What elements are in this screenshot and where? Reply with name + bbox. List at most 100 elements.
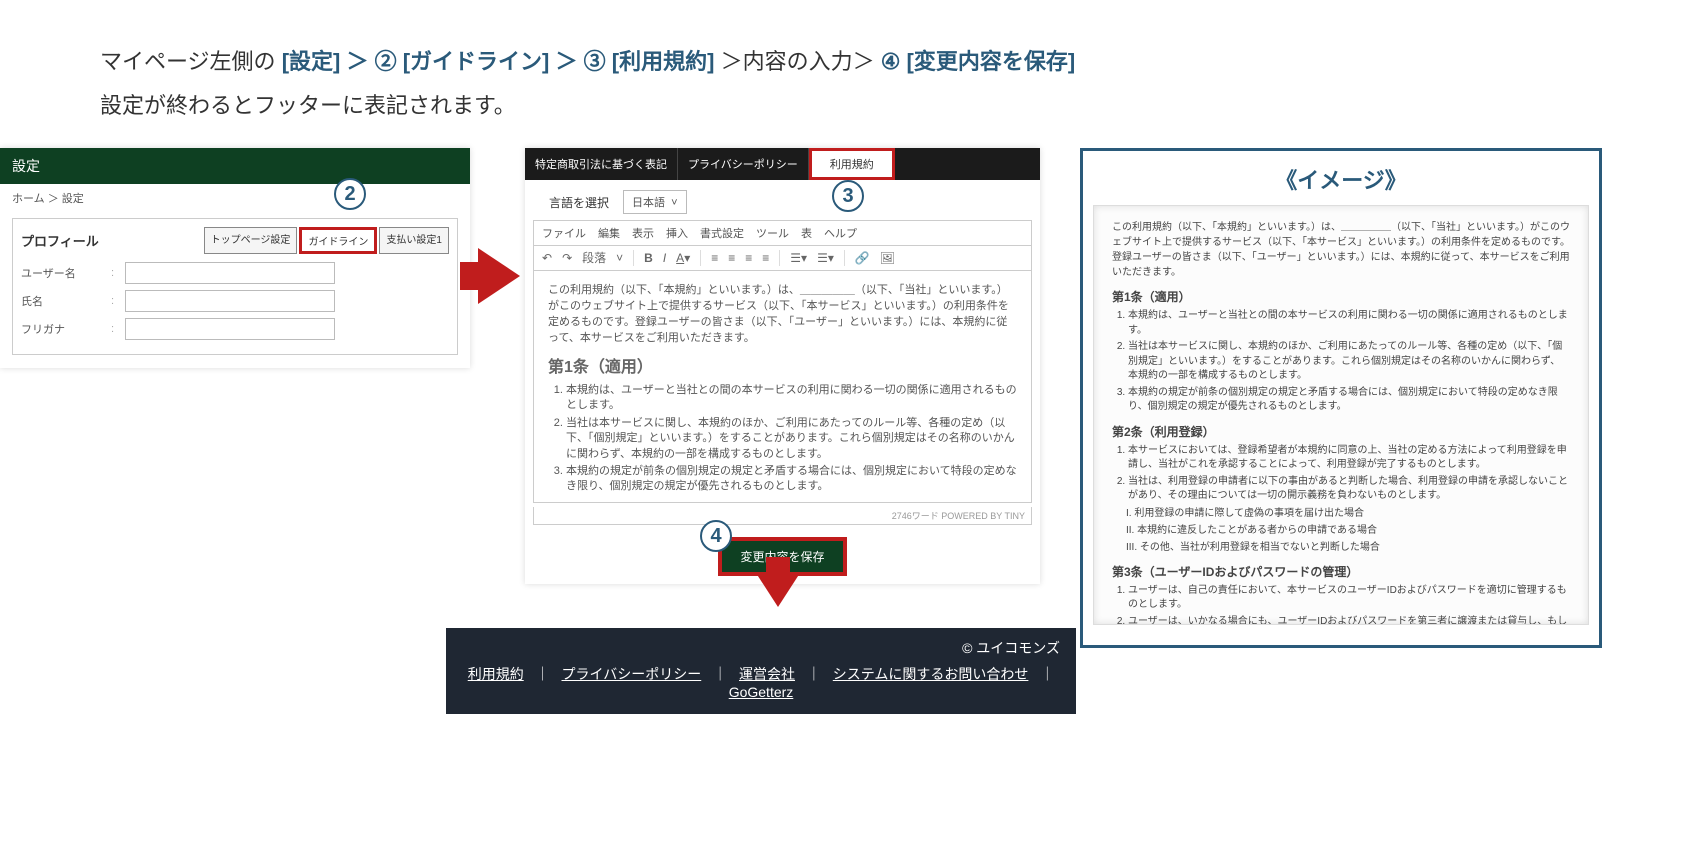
toolbar-sep [700, 250, 701, 266]
align-right-icon[interactable]: ≡ [745, 252, 752, 264]
tab-toppage[interactable]: トップページ設定 [204, 227, 298, 254]
tab-guideline[interactable]: ガイドライン [299, 227, 377, 254]
colon: : [111, 323, 125, 335]
menu-insert[interactable]: 挿入 [666, 225, 688, 241]
arrow-right-icon [478, 248, 520, 304]
footer-links: 利用規約 ｜ プライバシーポリシー ｜ 運営会社 ｜ システムに関するお問い合わ… [462, 664, 1060, 700]
preview-intro: この利用規約（以下、「本規約」といいます。）は、＿＿＿＿＿（以下、「当社」といい… [1112, 220, 1570, 280]
preview-a2: 当社は本サービスに関し、本規約のほか、ご利用にあたってのルール等、各種の定め（以… [1128, 340, 1570, 384]
tab-payment[interactable]: 支払い設定1 [379, 227, 449, 254]
footer-sep: ｜ [536, 666, 550, 682]
align-justify-icon[interactable]: ≡ [762, 252, 769, 264]
align-center-icon[interactable]: ≡ [728, 252, 735, 264]
undo-icon[interactable]: ↶ [542, 252, 552, 264]
preview-b2iii: III. その他、当社が利用登録を相当でないと判断した場合 [1126, 540, 1570, 555]
colon: : [111, 295, 125, 307]
footer-sep: ｜ [713, 666, 727, 682]
paragraph-select[interactable]: 段落 [582, 252, 606, 264]
bullet-list-icon[interactable]: ☰▾ [790, 252, 807, 264]
tab-privacy[interactable]: プライバシーポリシー [678, 148, 809, 180]
instr-sep1: ＞ [346, 49, 374, 74]
instr-step3: [利用規約] [612, 49, 715, 74]
profile-box: プロフィール トップページ設定 ガイドライン 支払い設定1 ユーザー名 : 氏名… [12, 218, 458, 355]
instr-plain-middle: ＞内容の入力＞ [721, 49, 881, 74]
input-furigana[interactable] [125, 318, 335, 340]
editor-a3: 本規約の規定が前条の個別規定の規定と矛盾する場合には、個別規定において特段の定め… [566, 464, 1017, 495]
footer-link-privacy[interactable]: プライバシーポリシー [562, 666, 702, 682]
footer-link-gogetterz[interactable]: GoGetterz [729, 684, 794, 700]
link-icon[interactable]: 🔗 [855, 252, 870, 264]
align-left-icon[interactable]: ≡ [711, 252, 718, 264]
italic-icon[interactable]: I [663, 252, 666, 264]
footer-link-terms[interactable]: 利用規約 [468, 666, 524, 682]
tab-terms[interactable]: 利用規約 [809, 148, 895, 180]
input-username[interactable] [125, 262, 335, 284]
image-icon[interactable]: 🖼 [880, 252, 895, 264]
footer-bar: © ユイコモンズ 利用規約 ｜ プライバシーポリシー ｜ 運営会社 ｜ システム… [446, 628, 1076, 714]
preview-b2: 当社は、利用登録の申請者に以下の事由があると判断した場合、利用登録の申請を承認し… [1128, 475, 1570, 504]
toolbar-sep [779, 250, 780, 266]
editor-panel: 特定商取引法に基づく表記 プライバシーポリシー 利用規約 言語を選択 日本語 ˅… [525, 148, 1040, 584]
editor-intro: この利用規約（以下、「本規約」といいます。）は、＿＿＿＿＿（以下、「当社」といい… [548, 281, 1017, 345]
label-username: ユーザー名 [21, 265, 111, 281]
arrow-down-icon [756, 573, 800, 607]
instr-step2: [ガイドライン] [403, 49, 550, 74]
instr-sep2: ＞ [556, 49, 584, 74]
text-color-icon[interactable]: A▾ [676, 252, 690, 264]
instr-pre: マイページ左側の [100, 49, 282, 74]
preview-a1: 本規約は、ユーザーと当社との間の本サービスの利用に関わる一切の関係に適用されるも… [1128, 309, 1570, 338]
menu-edit[interactable]: 編集 [598, 225, 620, 241]
toolbar-sep [633, 250, 634, 266]
stage: 設定 ホーム ＞ 設定 プロフィール トップページ設定 ガイドライン 支払い設定… [0, 148, 1706, 748]
footer-sep: ｜ [807, 666, 821, 682]
profile-tabs: トップページ設定 ガイドライン 支払い設定1 [204, 227, 449, 254]
editor-tabs: 特定商取引法に基づく表記 プライバシーポリシー 利用規約 [525, 148, 1040, 180]
instructions-block: マイページ左側の [設定] ＞ ② [ガイドライン] ＞ ③ [利用規約] ＞内… [0, 0, 1706, 148]
lang-label: 言語を選択 [549, 194, 609, 211]
menu-table[interactable]: 表 [801, 225, 812, 241]
editor-menubar[interactable]: ファイル 編集 表示 挿入 書式設定 ツール 表 ヘルプ [533, 220, 1032, 245]
preview-c1: ユーザーは、自己の責任において、本サービスのユーザーIDおよびパスワードを適切に… [1128, 584, 1570, 613]
footer-link-contact[interactable]: システムに関するお問い合わせ [833, 666, 1029, 682]
preview-caption: 《イメージ》 [1093, 163, 1589, 195]
menu-view[interactable]: 表示 [632, 225, 654, 241]
preview-b2i: I. 利用登録の申請に際して虚偽の事項を届け出た場合 [1126, 506, 1570, 521]
footer-link-company[interactable]: 運営会社 [739, 666, 795, 682]
instr-n3: ③ [584, 49, 606, 74]
preview-b1: 本サービスにおいては、登録希望者が本規約に同意の上、当社の定める方法によって利用… [1128, 444, 1570, 473]
menu-tools[interactable]: ツール [756, 225, 789, 241]
chevron-down-icon[interactable]: ˅ [616, 252, 623, 264]
breadcrumb: ホーム ＞ 設定 [0, 184, 470, 212]
redo-icon[interactable]: ↷ [562, 252, 572, 264]
bold-icon[interactable]: B [644, 252, 653, 264]
preview-document: この利用規約（以下、「本規約」といいます。）は、＿＿＿＿＿（以下、「当社」といい… [1093, 205, 1589, 625]
instr-n2: ② [375, 49, 397, 74]
editor-h1: 第1条（適用） [548, 353, 1017, 377]
settings-header: 設定 [0, 148, 470, 184]
editor-a1: 本規約は、ユーザーと当社との間の本サービスの利用に関わる一切の関係に適用されるも… [566, 383, 1017, 414]
preview-h2: 第2条（利用登録） [1112, 423, 1570, 440]
number-list-icon[interactable]: ☰▾ [817, 252, 834, 264]
editor-toolbar[interactable]: ↶ ↷ 段落 ˅ B I A▾ ≡ ≡ ≡ ≡ ☰▾ ☰▾ 🔗 🖼 [533, 245, 1032, 271]
preview-panel: 《イメージ》 この利用規約（以下、「本規約」といいます。）は、＿＿＿＿＿（以下、… [1080, 148, 1602, 648]
footer-copyright: © ユイコモンズ [462, 638, 1060, 658]
preview-h3: 第3条（ユーザーIDおよびパスワードの管理） [1112, 563, 1570, 580]
menu-file[interactable]: ファイル [542, 225, 586, 241]
callout-4: 4 [700, 520, 732, 552]
label-furigana: フリガナ [21, 321, 111, 337]
editor-body[interactable]: この利用規約（以下、「本規約」といいます。）は、＿＿＿＿＿（以下、「当社」といい… [533, 271, 1032, 503]
colon: : [111, 267, 125, 279]
preview-c2: ユーザーは、いかなる場合にも、ユーザーIDおよびパスワードを第三者に譲渡または貸… [1128, 615, 1570, 626]
lang-select[interactable]: 日本語 ˅ [623, 190, 687, 214]
instr-line2: 設定が終わるとフッターに表記されます。 [100, 84, 1606, 128]
toolbar-sep [844, 250, 845, 266]
editor-a2: 当社は本サービスに関し、本規約のほか、ご利用にあたってのルール等、各種の定め（以… [566, 416, 1017, 462]
menu-format[interactable]: 書式設定 [700, 225, 744, 241]
menu-help[interactable]: ヘルプ [824, 225, 857, 241]
preview-a3: 本規約の規定が前条の個別規定の規定と矛盾する場合には、個別規定において特段の定め… [1128, 386, 1570, 415]
instr-step1: [設定] [282, 49, 341, 74]
callout-3: 3 [832, 180, 864, 212]
tab-commerce[interactable]: 特定商取引法に基づく表記 [525, 148, 678, 180]
editor-status: 2746ワード POWERED BY TINY [533, 507, 1032, 525]
input-fullname[interactable] [125, 290, 335, 312]
